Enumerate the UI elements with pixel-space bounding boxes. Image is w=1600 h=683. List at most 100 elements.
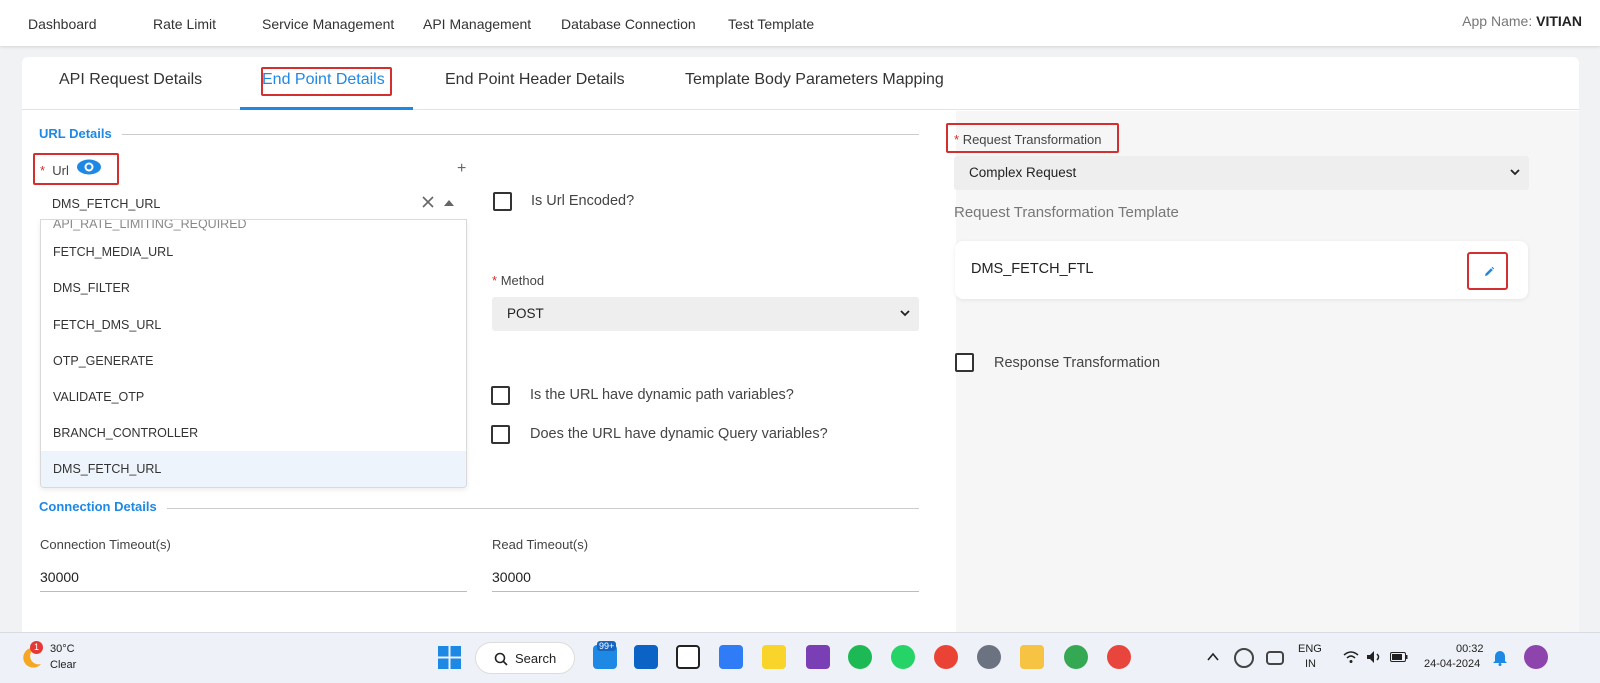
request-transformation-value: Complex Request: [969, 165, 1077, 180]
taskbar-search[interactable]: Search: [475, 642, 575, 674]
chevron-down-icon: [900, 310, 910, 317]
app-name-label: App Name:: [1462, 13, 1533, 29]
nav-rate-limit[interactable]: Rate Limit: [153, 16, 216, 32]
read-timeout-value: 30000: [492, 569, 531, 585]
nav-dashboard[interactable]: Dashboard: [28, 16, 97, 32]
right-panel: [956, 111, 1579, 647]
nav-database-connection[interactable]: Database Connection: [561, 16, 696, 32]
tab-bar: API Request Details End Point Details En…: [22, 57, 1579, 110]
eye-icon[interactable]: [76, 158, 102, 176]
request-transformation-select[interactable]: Complex Request: [954, 156, 1529, 190]
tab-api-request-details[interactable]: API Request Details: [59, 71, 202, 89]
url-encoded-label: Is Url Encoded?: [531, 193, 635, 209]
url-label: * Url: [40, 163, 69, 178]
active-tab-indicator: [240, 107, 413, 110]
search-label: Search: [515, 651, 557, 666]
method-select[interactable]: POST: [492, 297, 919, 331]
request-transformation-template-title: Request Transformation Template: [954, 204, 1179, 221]
required-mark: *: [954, 132, 960, 147]
browser-icon[interactable]: [1107, 645, 1131, 669]
list-item[interactable]: FETCH_MEDIA_URL: [41, 234, 466, 270]
file-explorer-icon[interactable]: [1020, 645, 1044, 669]
connection-details-divider: [167, 508, 919, 509]
request-transformation-label-text: Request Transformation: [962, 132, 1102, 147]
outlook-icon[interactable]: [634, 645, 658, 669]
url-autocomplete-input[interactable]: DMS_FETCH_URL: [40, 186, 467, 220]
sync-icon[interactable]: [1234, 648, 1254, 668]
nav-api-management[interactable]: API Management: [423, 16, 531, 32]
response-transformation-checkbox[interactable]: [955, 353, 974, 372]
notion-icon[interactable]: [676, 645, 700, 669]
dynamic-path-label: Is the URL have dynamic path variables?: [530, 387, 794, 403]
method-label: * Method: [492, 273, 544, 288]
region: IN: [1305, 658, 1316, 670]
url-details-divider: [122, 134, 919, 135]
spotify-icon[interactable]: [848, 645, 872, 669]
collapse-arrow-icon[interactable]: [444, 200, 454, 206]
whatsapp-icon[interactable]: [891, 645, 915, 669]
method-select-value: POST: [507, 306, 544, 321]
list-item[interactable]: VALIDATE_OTP: [41, 379, 466, 415]
chevron-up-icon[interactable]: [1207, 652, 1219, 662]
url-details-title: URL Details: [39, 126, 112, 141]
app-name-value: VITIAN: [1536, 13, 1582, 29]
close-icon[interactable]: [420, 194, 436, 210]
url-options-list: API_RATE_LIMITING_REQUIRED FETCH_MEDIA_U…: [40, 220, 467, 488]
dynamic-path-checkbox[interactable]: [491, 386, 510, 405]
tab-highlight-box: [261, 67, 392, 96]
onenote-icon[interactable]: [806, 645, 830, 669]
battery-icon[interactable]: [1390, 652, 1408, 662]
read-timeout-input[interactable]: 30000: [492, 562, 919, 592]
nav-test-template[interactable]: Test Template: [728, 16, 814, 32]
tab-template-body-parameters-mapping[interactable]: Template Body Parameters Mapping: [685, 71, 944, 89]
template-name: DMS_FETCH_FTL: [971, 261, 1094, 277]
list-item-selected[interactable]: DMS_FETCH_URL: [41, 451, 466, 487]
todo-icon[interactable]: [719, 645, 743, 669]
url-label-text: Url: [52, 163, 69, 178]
chevron-down-icon: [1510, 169, 1520, 176]
connection-details-title: Connection Details: [39, 499, 157, 514]
chrome-profile-icon[interactable]: [1064, 645, 1088, 669]
weather-temperature: 30°C: [50, 643, 75, 655]
connection-timeout-input[interactable]: 30000: [40, 562, 467, 592]
connection-timeout-label: Connection Timeout(s): [40, 537, 171, 552]
wifi-icon[interactable]: [1343, 650, 1359, 664]
request-transformation-label: * Request Transformation: [954, 132, 1101, 147]
top-navigation: Dashboard Rate Limit Service Management …: [0, 0, 1600, 46]
settings-gear-icon[interactable]: [977, 645, 1001, 669]
required-mark: *: [40, 163, 46, 178]
sticky-notes-icon[interactable]: [762, 645, 786, 669]
display-icon[interactable]: [1266, 651, 1284, 665]
notification-bell-icon[interactable]: [1492, 649, 1508, 666]
search-icon: [494, 652, 508, 666]
language[interactable]: ENG: [1298, 643, 1322, 655]
url-encoded-checkbox[interactable]: [493, 192, 512, 211]
app-name: App Name: VITIAN: [1462, 13, 1582, 29]
nav-service-management[interactable]: Service Management: [262, 16, 394, 32]
list-item[interactable]: DMS_FILTER: [41, 270, 466, 306]
edit-template-button[interactable]: [1467, 252, 1508, 290]
tab-end-point-header-details[interactable]: End Point Header Details: [445, 71, 625, 89]
pencil-icon: [1485, 266, 1495, 276]
list-item[interactable]: BRANCH_CONTROLLER: [41, 415, 466, 451]
add-url-icon[interactable]: +: [457, 160, 466, 178]
list-item[interactable]: FETCH_DMS_URL: [41, 307, 466, 343]
windows-start-icon[interactable]: [438, 646, 461, 669]
volume-icon[interactable]: [1366, 650, 1382, 664]
weather-badge: 1: [30, 641, 43, 654]
dynamic-query-checkbox[interactable]: [491, 425, 510, 444]
url-autocomplete-value: DMS_FETCH_URL: [52, 197, 161, 211]
weather-condition: Clear: [50, 659, 77, 671]
response-transformation-label: Response Transformation: [994, 355, 1161, 371]
chrome-icon[interactable]: [934, 645, 958, 669]
mail-badge: 99+: [597, 641, 617, 651]
connection-timeout-value: 30000: [40, 569, 79, 585]
method-label-text: Method: [500, 273, 545, 288]
list-item[interactable]: OTP_GENERATE: [41, 343, 466, 379]
required-mark: *: [492, 273, 498, 288]
clock-time[interactable]: 00:32: [1456, 643, 1484, 655]
taskbar: 1 30°C Clear Search 99+ ENG IN 00:32 24-…: [0, 632, 1600, 683]
dynamic-query-label: Does the URL have dynamic Query variable…: [530, 426, 828, 442]
copilot-icon[interactable]: [1524, 645, 1548, 669]
template-card: DMS_FETCH_FTL: [955, 241, 1528, 299]
